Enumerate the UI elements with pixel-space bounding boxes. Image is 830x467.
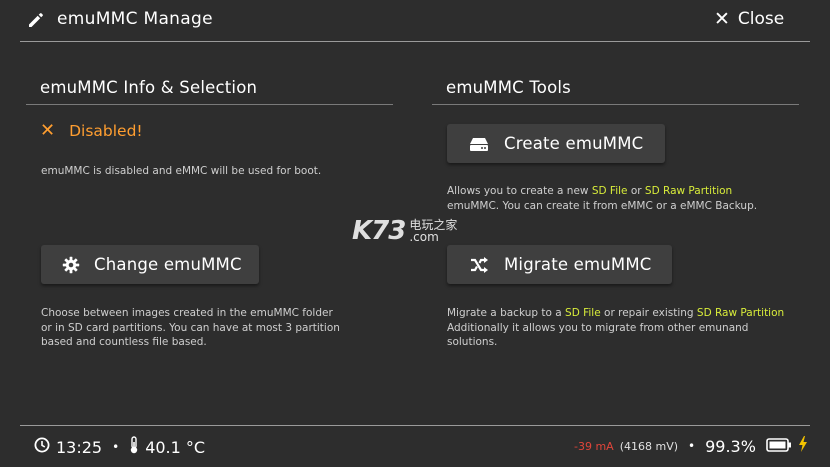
watermark-sub: 电玩之家 .com bbox=[409, 219, 457, 243]
sd-file-highlight: SD File bbox=[565, 307, 601, 319]
clock-time: 13:25 bbox=[56, 437, 103, 457]
thermometer-icon bbox=[129, 436, 139, 458]
change-emummc-button[interactable]: Change emuMMC bbox=[41, 245, 259, 284]
migrate-desc-line-1: Migrate a backup to a SD File or repair … bbox=[447, 306, 784, 321]
shuffle-icon bbox=[468, 254, 490, 276]
watermark-logo: K73 电玩之家 .com bbox=[352, 216, 457, 246]
migrate-desc-line-3: solutions. bbox=[447, 336, 498, 348]
close-button[interactable]: ✕ Close bbox=[714, 9, 784, 29]
create-emummc-label: Create emuMMC bbox=[504, 134, 644, 153]
clock-icon bbox=[34, 437, 50, 457]
change-emummc-label: Change emuMMC bbox=[94, 255, 242, 274]
separator-dot: • bbox=[688, 439, 696, 453]
close-icon: ✕ bbox=[714, 7, 730, 30]
footer-right-status: -39 mA (4168 mV) • 99.3% bbox=[574, 436, 808, 456]
migrate-description: Migrate a backup to a SD File or repair … bbox=[447, 306, 784, 350]
battery-percent: 99.3% bbox=[705, 436, 756, 456]
battery-icon bbox=[766, 437, 792, 456]
migrate-emummc-button[interactable]: Migrate emuMMC bbox=[447, 245, 672, 284]
migrate-emummc-label: Migrate emuMMC bbox=[504, 255, 652, 274]
close-label: Close bbox=[737, 9, 785, 29]
create-desc-text-a: Allows you to create a new bbox=[447, 185, 592, 197]
battery-current: -39 mA bbox=[574, 439, 614, 453]
disabled-x-icon: ✕ bbox=[40, 120, 56, 141]
change-desc-line-2: or in SD card partitions. You can have a… bbox=[41, 321, 340, 334]
footer-left-status: 13:25 • 40.1 °C bbox=[34, 436, 205, 458]
watermark-main: K73 bbox=[352, 216, 406, 246]
hard-drive-icon bbox=[468, 133, 490, 155]
create-desc-text-b: or bbox=[627, 185, 645, 197]
migrate-desc-text-a: Migrate a backup to a bbox=[447, 307, 566, 319]
status-text: Disabled! bbox=[69, 122, 143, 140]
charging-bolt-icon bbox=[798, 436, 808, 456]
page-title: emuMMC Manage bbox=[57, 9, 213, 29]
create-desc-line-1: Allows you to create a new SD File or SD… bbox=[447, 184, 757, 199]
separator-dot: • bbox=[112, 440, 120, 454]
info-section-divider bbox=[26, 104, 393, 105]
footer-divider bbox=[20, 425, 810, 426]
battery-voltage: (4168 mV) bbox=[619, 439, 679, 453]
info-section-title: emuMMC Info & Selection bbox=[40, 78, 258, 97]
emummc-status: ✕ Disabled! bbox=[40, 120, 143, 141]
create-desc-line-2: emuMMC. You can create it from eMMC or a… bbox=[447, 199, 758, 212]
migrate-desc-text-b: or repair existing bbox=[600, 307, 697, 319]
header-divider bbox=[20, 41, 810, 42]
create-emummc-button[interactable]: Create emuMMC bbox=[447, 124, 665, 163]
sd-raw-partition-highlight: SD Raw Partition bbox=[696, 307, 785, 319]
change-description: Choose between images created in the emu… bbox=[41, 306, 340, 350]
sd-file-highlight: SD File bbox=[591, 185, 628, 197]
change-desc-line-3: based and countless file based. bbox=[41, 336, 207, 348]
status-description: emuMMC is disabled and eMMC will be used… bbox=[41, 165, 322, 177]
gear-icon bbox=[60, 254, 82, 276]
watermark-sub-bottom: .com bbox=[409, 230, 439, 244]
tools-section-title: emuMMC Tools bbox=[446, 78, 571, 97]
tools-section-divider bbox=[432, 104, 799, 105]
migrate-desc-line-2: Additionally it allows you to migrate fr… bbox=[447, 321, 749, 334]
change-desc-line-1: Choose between images created in the emu… bbox=[41, 307, 333, 319]
sd-raw-partition-highlight: SD Raw Partition bbox=[644, 185, 733, 197]
temperature-value: 40.1 °C bbox=[145, 437, 206, 457]
pencil-icon bbox=[26, 10, 46, 30]
create-description: Allows you to create a new SD File or SD… bbox=[447, 184, 757, 213]
